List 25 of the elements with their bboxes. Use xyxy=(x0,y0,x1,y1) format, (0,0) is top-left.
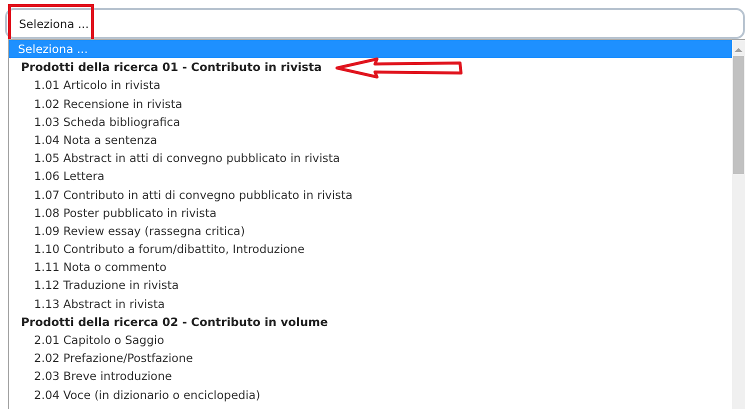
option-item[interactable]: 1.02 Recensione in rivista xyxy=(9,94,732,113)
option-item[interactable]: 1.08 Poster pubblicato in rivista xyxy=(9,204,732,222)
select-field[interactable]: Seleziona ... xyxy=(5,8,745,39)
select-value: Seleziona ... xyxy=(19,16,89,30)
option-item[interactable]: 1.06 Lettera xyxy=(9,167,732,186)
option-item[interactable]: 2.01 Capitolo o Saggio xyxy=(9,331,732,350)
option-item[interactable]: 1.12 Traduzione in rivista xyxy=(9,276,732,295)
option-item[interactable]: 2.02 Prefazione/Postfazione xyxy=(9,349,732,368)
option-item[interactable]: 1.11 Nota o commento xyxy=(9,258,732,276)
option-item[interactable]: 2.04 Voce (in dizionario o enciclopedia) xyxy=(9,386,732,404)
scrollbar[interactable] xyxy=(732,40,745,409)
option-item[interactable]: 1.01 Articolo in rivista xyxy=(9,76,732,95)
option-item[interactable]: 1.04 Nota a sentenza xyxy=(9,130,732,150)
option-item[interactable]: 2.03 Breve introduzione xyxy=(9,367,732,386)
option-item[interactable]: 1.13 Abstract in rivista xyxy=(9,294,732,313)
group-header: Prodotti della ricerca 01 - Contributo in rivista xyxy=(21,59,322,76)
option-item[interactable]: 1.05 Abstract in atti di convegno pubblicato in rivista xyxy=(9,149,732,168)
group-header: Prodotti della ricerca 02 - Contributo in volume xyxy=(21,314,328,331)
option-item[interactable]: 1.03 Scheda bibliografica xyxy=(9,112,732,131)
option-item[interactable]: 1.10 Contributo a forum/dibattito, Introduzione xyxy=(9,240,732,258)
arrow-annotation-icon xyxy=(335,57,465,79)
option-item[interactable]: 1.09 Review essay (rassegna critica) xyxy=(9,222,732,240)
scrollbar-thumb[interactable] xyxy=(733,56,744,174)
option-item[interactable]: 1.07 Contributo in atti di convegno pubblicato in rivista xyxy=(9,186,732,204)
scroll-up-icon[interactable] xyxy=(734,46,743,54)
